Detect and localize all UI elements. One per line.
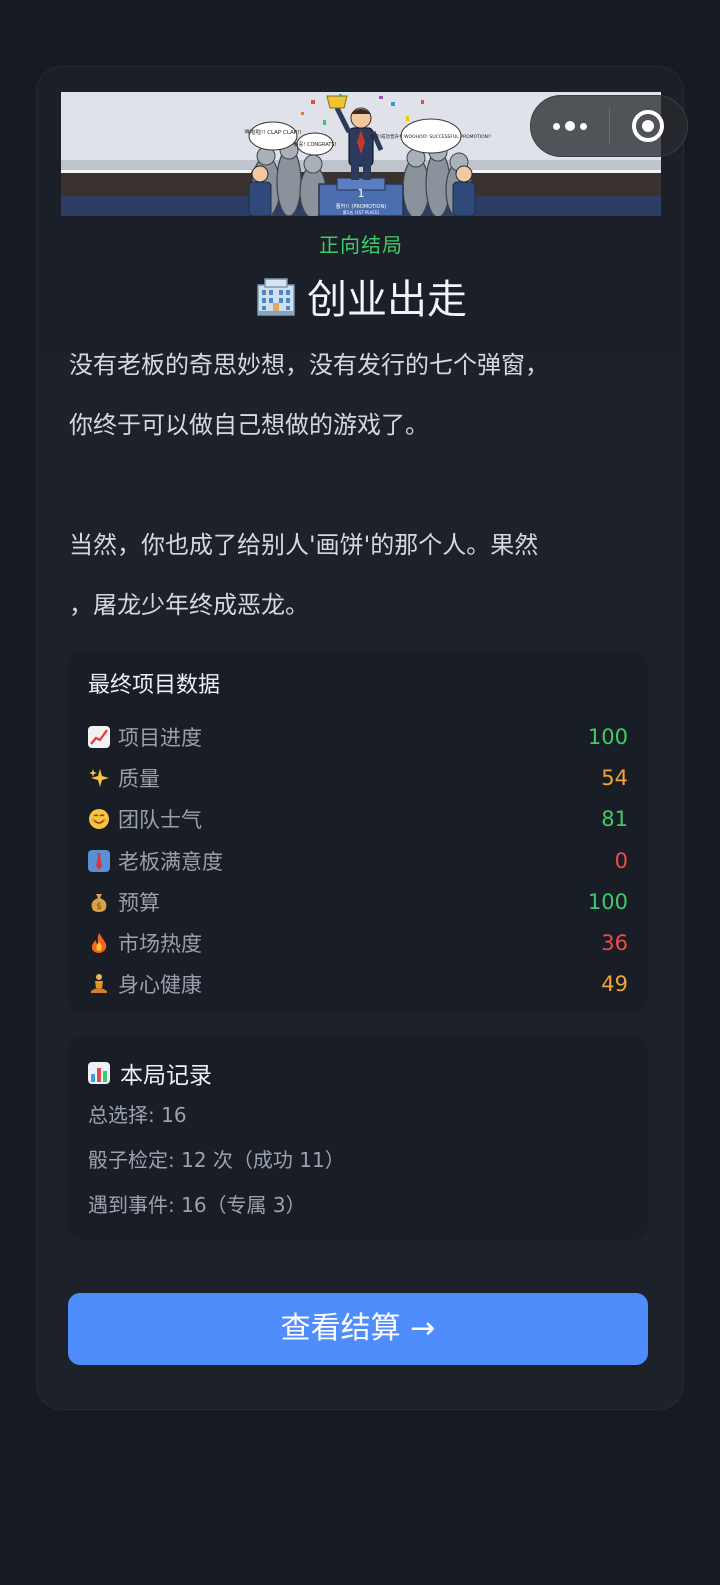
stat-row-quality: 质量 54 [88,757,628,798]
svg-text:哗啦啦!! CLAP CLAP!!: 哗啦啦!! CLAP CLAP!! [244,128,301,136]
stat-value: 49 [601,972,628,997]
record-title: 本局记录 [88,1053,628,1093]
stat-value: 100 [587,889,628,914]
smiling-face-icon [88,808,110,830]
ending-title: 创业出走 [37,267,683,327]
svg-text:恭喜! CONGRATS!: 恭喜! CONGRATS! [293,141,336,148]
record-events: 遇到事件: 16（专属 3） [88,1193,306,1217]
final-stats-panel: 最终项目数据 项目进度 100 质量 54 团队士气 81 老板满意度 0 $ … [68,650,648,1014]
miniprogram-capsule [530,95,688,157]
stat-label: 预算 [118,890,160,915]
svg-text:$: $ [96,902,102,912]
fire-icon [88,932,110,954]
record-dice-checks: 骰子检定: 12 次（成功 11） [88,1148,345,1172]
story-line: 你终于可以做自己想做的游戏了。 [69,411,429,439]
stat-value: 0 [614,848,628,873]
story-line: 当然，你也成了给别人'画饼'的那个人。果然 [69,531,539,559]
story-line: 没有老板的奇思妙想，没有发行的七个弹窗， [69,351,549,379]
target-close-icon[interactable] [610,95,688,157]
bar-chart-icon [88,1062,110,1084]
stat-label: 老板满意度 [118,849,223,874]
svg-text:晋升!! (PROMOTION): 晋升!! (PROMOTION) [336,203,386,210]
stat-row-boss-satisfaction: 老板满意度 0 [88,840,628,881]
more-dots-icon[interactable] [531,95,609,157]
stat-row-wellbeing: 身心健康 49 [88,964,628,1005]
stat-value: 54 [601,765,628,790]
stat-label: 市场热度 [118,932,202,957]
story-line [69,455,629,515]
svg-text:1: 1 [358,187,365,200]
chart-increasing-icon [88,725,110,748]
game-record-panel: 本局记录 总选择: 16 骰子检定: 12 次（成功 11） 遇到事件: 16（… [68,1035,648,1240]
stat-value: 100 [587,724,628,749]
ending-card: 1 晋升!! (PROMOTION) 第1名 (1ST PLACE) 哗啦啦!!… [36,66,684,1410]
stat-row-budget: $ 预算 100 [88,881,628,922]
stat-value: 36 [601,931,628,956]
ending-type-tag: 正向结局 [319,233,403,257]
stats-title: 最终项目数据 [88,673,221,698]
story-line: ，屠龙少年终成恶龙。 [69,591,309,619]
money-bag-icon: $ [88,891,110,913]
stat-label: 质量 [118,766,160,791]
necktie-icon [88,849,110,872]
ending-title-text: 创业出走 [307,277,467,323]
office-building-icon [255,277,297,327]
svg-text:噢耶!成功晋升!! WOOHOO! SUCCESSFUL P: 噢耶!成功晋升!! WOOHOO! SUCCESSFUL PROMOTION!! [370,133,491,140]
stat-label: 身心健康 [118,973,202,998]
stat-label: 团队士气 [118,808,202,833]
stat-value: 81 [601,807,628,832]
stat-row-morale: 团队士气 81 [88,799,628,840]
meditation-icon [88,973,110,995]
stat-row-progress: 项目进度 100 [88,716,628,757]
svg-text:第1名 (1ST PLACE): 第1名 (1ST PLACE) [343,209,380,215]
record-title-text: 本局记录 [120,1063,212,1089]
story-text: 没有老板的奇思妙想，没有发行的七个弹窗， 你终于可以做自己想做的游戏了。 当然，… [69,335,629,635]
stat-row-market-heat: 市场热度 36 [88,922,628,963]
record-total-choices: 总选择: 16 [88,1103,187,1127]
view-settlement-button[interactable]: 查看结算 → [68,1293,648,1365]
stat-label: 项目进度 [118,725,202,750]
sparkles-icon [88,767,110,789]
